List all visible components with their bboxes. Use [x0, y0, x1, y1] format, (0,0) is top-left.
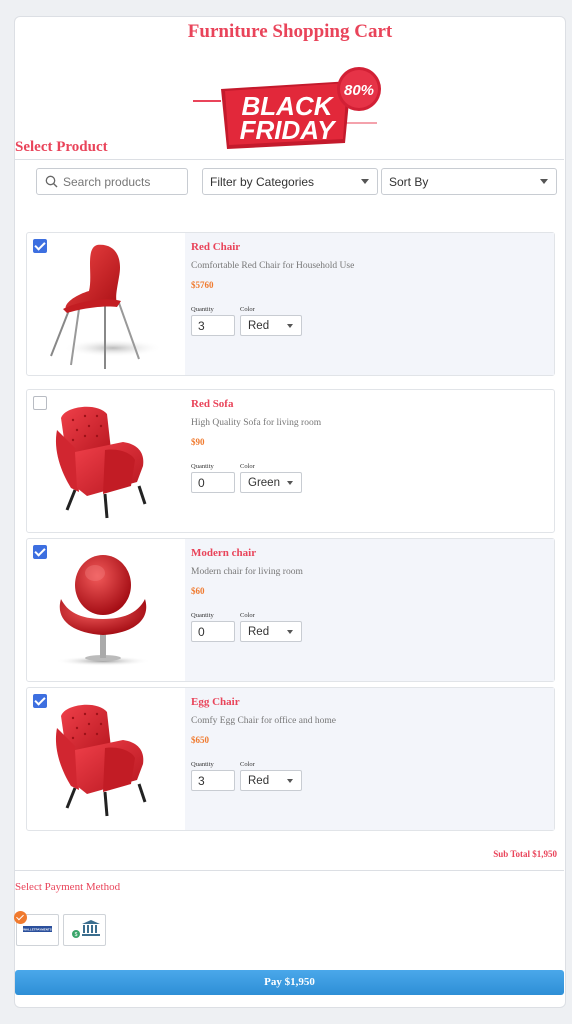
search-placeholder: Search products: [63, 175, 151, 189]
color-value: Green: [248, 477, 280, 489]
payment-method-wallet[interactable]: WALLETPAYMENTS: [14, 911, 59, 946]
product-checkbox[interactable]: [33, 694, 47, 708]
color-select[interactable]: Red: [240, 621, 302, 642]
quantity-value: 0: [198, 625, 205, 639]
quantity-label: Quantity: [191, 612, 214, 619]
chevron-down-icon: [287, 324, 293, 328]
chevron-down-icon: [287, 779, 293, 783]
color-label: Color: [240, 306, 255, 313]
quantity-value: 3: [198, 319, 205, 333]
product-card: Modern chair Modern chair for living roo…: [26, 538, 555, 682]
color-value: Red: [248, 775, 270, 787]
quantity-input[interactable]: 3: [191, 315, 235, 336]
search-input[interactable]: Search products: [36, 168, 188, 195]
payment-method-heading: Select Payment Method: [15, 881, 121, 893]
product-checkbox[interactable]: [33, 396, 47, 410]
product-name: Red Sofa: [191, 398, 234, 410]
chevron-down-icon: [287, 630, 293, 634]
color-value: Red: [248, 626, 270, 638]
product-checkbox[interactable]: [33, 545, 47, 559]
subtotal: Sub Total $1,950: [493, 849, 557, 859]
search-icon: [45, 175, 58, 188]
color-select[interactable]: Green: [240, 472, 302, 493]
payment-method-bank[interactable]: $: [63, 914, 106, 946]
product-price: $650: [191, 735, 209, 745]
product-image: [27, 233, 185, 375]
wallet-brand-text: WALLETPAYMENTS: [23, 928, 52, 932]
product-image: [27, 539, 185, 681]
red-armchair-image: [55, 406, 147, 519]
product-description: Modern chair for living room: [191, 567, 303, 577]
product-description: High Quality Sofa for living room: [191, 418, 322, 428]
product-card: Egg Chair Comfy Egg Chair for office and…: [26, 687, 555, 831]
color-label: Color: [240, 761, 255, 768]
select-product-heading: Select Product: [15, 139, 108, 155]
egg-chair-image: [55, 704, 147, 817]
product-price: $60: [191, 586, 205, 596]
banner-line2: FRIDAY: [240, 115, 338, 145]
sort-select[interactable]: Sort By: [381, 168, 557, 195]
chevron-down-icon: [540, 179, 548, 184]
product-info: Red Sofa High Quality Sofa for living ro…: [185, 390, 554, 532]
cart-form: Furniture Shopping Cart 80% BLACK FRIDAY…: [14, 16, 566, 1008]
product-card: Red Sofa High Quality Sofa for living ro…: [26, 389, 555, 533]
color-label: Color: [240, 612, 255, 619]
pay-button[interactable]: Pay $1,950: [15, 970, 564, 995]
color-label: Color: [240, 463, 255, 470]
quantity-value: 3: [198, 774, 205, 788]
quantity-input[interactable]: 3: [191, 770, 235, 791]
product-description: Comfortable Red Chair for Household Use: [191, 261, 355, 271]
svg-text:$: $: [75, 932, 78, 938]
product-price: $5760: [191, 280, 214, 290]
banner-discount: 80%: [344, 82, 374, 99]
bank-transfer-icon: $: [72, 920, 100, 938]
chevron-down-icon: [287, 481, 293, 485]
product-description: Comfy Egg Chair for office and home: [191, 716, 336, 726]
quantity-value: 0: [198, 476, 205, 490]
page-title: Furniture Shopping Cart: [187, 21, 393, 42]
category-filter-label: Filter by Categories: [210, 175, 315, 189]
product-name: Red Chair: [191, 241, 241, 253]
modern-chair-image: [55, 555, 151, 666]
product-name: Egg Chair: [191, 696, 240, 708]
product-name: Modern chair: [191, 547, 257, 559]
quantity-input[interactable]: 0: [191, 621, 235, 642]
quantity-label: Quantity: [191, 463, 214, 470]
product-card: Red Chair Comfortable Red Chair for Hous…: [26, 232, 555, 376]
chevron-down-icon: [361, 179, 369, 184]
selected-check-icon: [14, 911, 27, 924]
black-friday-banner: 80% BLACK FRIDAY: [193, 67, 381, 149]
product-info: Red Chair Comfortable Red Chair for Hous…: [185, 233, 554, 375]
product-image: [27, 390, 185, 532]
product-price: $90: [191, 437, 205, 447]
quantity-input[interactable]: 0: [191, 472, 235, 493]
category-filter-select[interactable]: Filter by Categories: [202, 168, 378, 195]
color-select[interactable]: Red: [240, 770, 302, 791]
quantity-label: Quantity: [191, 761, 214, 768]
product-checkbox[interactable]: [33, 239, 47, 253]
red-chair-image: [50, 244, 163, 369]
product-image: [27, 688, 185, 830]
color-select[interactable]: Red: [240, 315, 302, 336]
product-info: Egg Chair Comfy Egg Chair for office and…: [185, 688, 554, 830]
quantity-label: Quantity: [191, 306, 214, 313]
color-value: Red: [248, 320, 270, 332]
product-section: Search products Filter by Categories Sor…: [15, 159, 564, 871]
product-info: Modern chair Modern chair for living roo…: [185, 539, 554, 681]
sort-label: Sort By: [389, 175, 429, 189]
